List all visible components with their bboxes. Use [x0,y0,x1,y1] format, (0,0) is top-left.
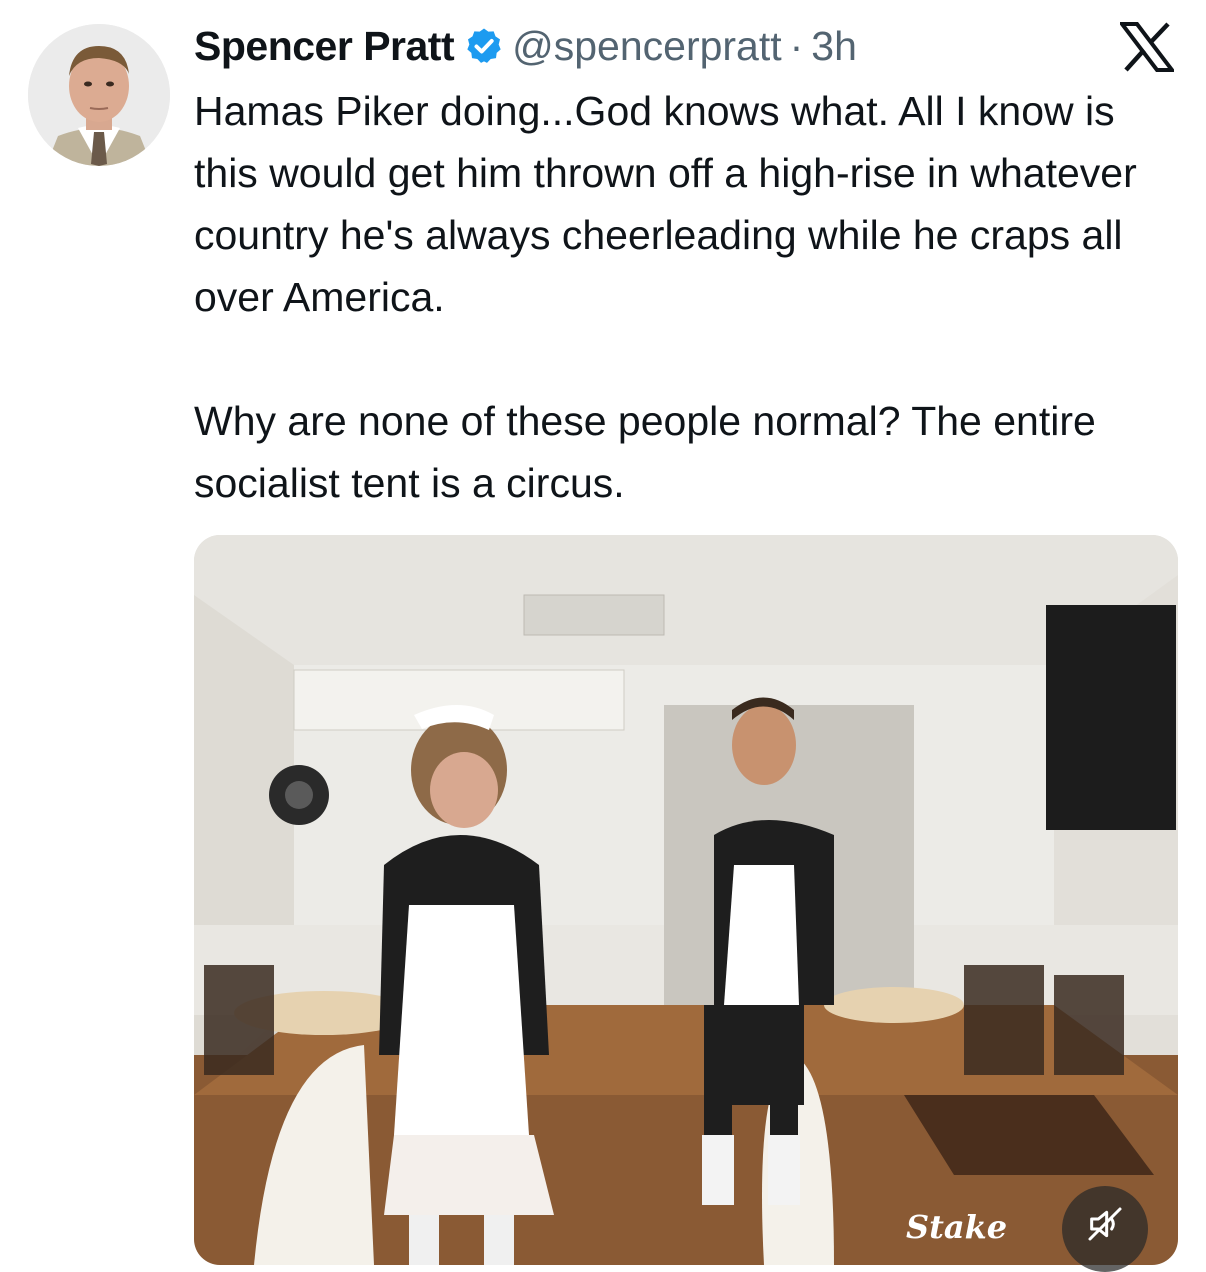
separator-dot: · [789,22,804,69]
author-avatar[interactable] [28,24,170,166]
avatar-image [28,24,170,166]
post-video[interactable] [194,535,1178,1265]
post-timestamp[interactable]: 3h [811,23,857,70]
video-frame-image [194,535,1178,1265]
author-handle[interactable]: @spencerpratt [512,23,782,70]
author-name[interactable]: Spencer Pratt [194,23,455,70]
verified-badge-icon[interactable] [464,26,504,66]
mute-toggle-button[interactable] [1062,1186,1148,1272]
post-text: Hamas Piker doing...God knows what. All … [194,80,1184,514]
x-logo-icon[interactable] [1120,22,1174,72]
post-header: Spencer Pratt @spencerpratt · 3h [194,16,857,76]
post-paragraph-2: Why are none of these people normal? The… [194,398,1096,506]
speaker-muted-icon [1088,1207,1122,1241]
video-watermark: Stake [906,1208,1008,1246]
post-paragraph-1: Hamas Piker doing...God knows what. All … [194,88,1137,320]
